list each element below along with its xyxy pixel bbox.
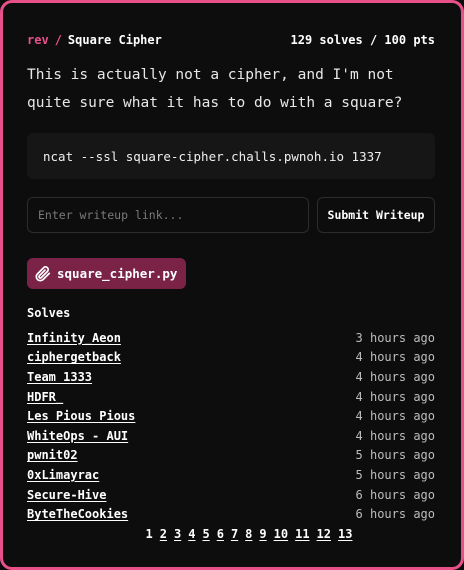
solver-link[interactable]: Les Pious Pious [27, 409, 135, 423]
page-link[interactable]: 9 [259, 527, 266, 541]
solve-time: 5 hours ago [355, 448, 435, 463]
solve-time: 4 hours ago [355, 369, 435, 384]
challenge-stats: 129 solves / 100 pts [290, 33, 436, 47]
pagination: 1 2 3 4 5 6 7 8 9 10 11 12 13 [27, 527, 435, 541]
solve-time: 4 hours ago [355, 389, 435, 404]
page-link[interactable]: 4 [188, 527, 195, 541]
solve-time: 3 hours ago [355, 330, 435, 345]
solve-time: 6 hours ago [355, 487, 435, 502]
solver-link[interactable]: Infinity_Aeon [27, 331, 121, 345]
solve-time: 4 hours ago [355, 350, 435, 365]
solver-link[interactable]: Team 1333 [27, 370, 92, 384]
challenge-description: This is actually not a cipher, and I'm n… [27, 67, 403, 111]
solve-time: 5 hours ago [355, 467, 435, 482]
page-link-current[interactable]: 1 [146, 527, 153, 541]
solver-link[interactable]: HDFR_ [27, 390, 63, 404]
list-item: Les Pious Pious 4 hours ago [27, 406, 435, 426]
page-link[interactable]: 2 [160, 527, 167, 541]
breadcrumb-separator: / [54, 33, 62, 47]
file-attachment-square-cipher[interactable]: square_cipher.py [27, 258, 187, 289]
page-link[interactable]: 6 [217, 527, 224, 541]
solver-link[interactable]: ciphergetback [27, 350, 121, 364]
list-item: pwnit02 5 hours ago [27, 446, 435, 466]
solves-heading: Solves [27, 306, 71, 320]
page-link[interactable]: 8 [245, 527, 252, 541]
list-item: 0xLimayrac 5 hours ago [27, 465, 435, 485]
solver-link[interactable]: Secure-Hive [27, 488, 106, 502]
solver-link[interactable]: WhiteOps - AUI [27, 429, 128, 443]
page-link[interactable]: 13 [338, 527, 352, 541]
connection-command[interactable]: ncat --ssl square-cipher.challs.pwnoh.io… [27, 133, 435, 179]
page-link[interactable]: 5 [202, 527, 209, 541]
paperclip-icon [35, 265, 51, 282]
category-label: rev [27, 33, 49, 47]
list-item: Infinity_Aeon 3 hours ago [27, 328, 435, 348]
breadcrumb: rev / Square Cipher [27, 33, 162, 47]
solver-link[interactable]: 0xLimayrac [27, 468, 99, 482]
list-item: Team 1333 4 hours ago [27, 367, 435, 387]
solve-time: 4 hours ago [355, 409, 435, 424]
challenge-title: Square Cipher [67, 33, 162, 47]
list-item: ByteTheCookies 6 hours ago [27, 504, 435, 524]
solves-list: Infinity_Aeon 3 hours ago ciphergetback … [27, 328, 435, 524]
writeup-form: Submit Writeup [27, 197, 435, 233]
list-item: WhiteOps - AUI 4 hours ago [27, 426, 435, 446]
writeup-link-input[interactable] [27, 197, 309, 233]
list-item: ciphergetback 4 hours ago [27, 348, 435, 368]
challenge-card: rev / Square Cipher 129 solves / 100 pts T… [0, 0, 464, 570]
list-item: HDFR_ 4 hours ago [27, 387, 435, 407]
list-item: Secure-Hive 6 hours ago [27, 485, 435, 505]
challenge-header: rev / Square Cipher 129 solves / 100 pts [27, 31, 435, 49]
file-name: square_cipher.py [57, 266, 178, 281]
solver-link[interactable]: ByteTheCookies [27, 507, 128, 521]
page-link[interactable]: 3 [174, 527, 181, 541]
solver-link[interactable]: pwnit02 [27, 448, 78, 462]
page-link[interactable]: 10 [274, 527, 288, 541]
page-link[interactable]: 11 [295, 527, 309, 541]
page-link[interactable]: 12 [317, 527, 331, 541]
submit-writeup-button[interactable]: Submit Writeup [317, 197, 435, 233]
solve-time: 6 hours ago [355, 507, 435, 522]
solve-time: 4 hours ago [355, 428, 435, 443]
page-link[interactable]: 7 [231, 527, 238, 541]
